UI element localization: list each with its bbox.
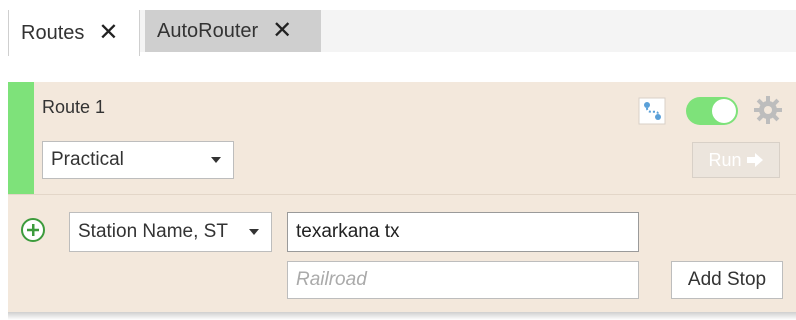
gear-icon[interactable] — [752, 94, 784, 126]
toggle-knob — [712, 99, 736, 123]
route-profile-value: Practical — [51, 149, 124, 170]
app-window: Routes ✕ AutoRouter ✕ Route 1 Practical — [0, 0, 796, 320]
run-button[interactable]: Run — [692, 142, 780, 178]
run-label: Run — [708, 149, 742, 170]
tab-autorouter[interactable]: AutoRouter ✕ — [145, 10, 321, 52]
railroad-input[interactable] — [287, 261, 639, 299]
stop-type-value: Station Name, ST — [78, 221, 228, 242]
tab-bar: Routes ✕ AutoRouter ✕ — [8, 10, 796, 56]
tab-routes-label: Routes — [21, 21, 85, 44]
stop-search-input[interactable] — [287, 212, 639, 252]
chevron-down-icon — [249, 229, 259, 235]
route-title: Route 1 — [42, 97, 106, 117]
tab-autorouter-label: AutoRouter — [157, 19, 259, 42]
close-icon[interactable]: ✕ — [98, 21, 118, 45]
tab-routes[interactable]: Routes ✕ — [8, 10, 140, 56]
arrow-right-icon — [746, 153, 763, 167]
route-map-icon[interactable] — [638, 97, 666, 125]
add-stop-button[interactable]: Add Stop — [671, 261, 783, 299]
route-enabled-toggle[interactable] — [686, 97, 738, 125]
stop-type-select[interactable]: Station Name, ST — [69, 212, 272, 252]
add-circle-icon[interactable] — [20, 217, 46, 243]
route-color-indicator[interactable] — [8, 82, 34, 194]
chevron-down-icon — [211, 157, 221, 163]
panel-bottom-edge — [8, 312, 796, 320]
route-profile-select[interactable]: Practical — [42, 141, 234, 179]
close-icon[interactable]: ✕ — [272, 19, 292, 43]
